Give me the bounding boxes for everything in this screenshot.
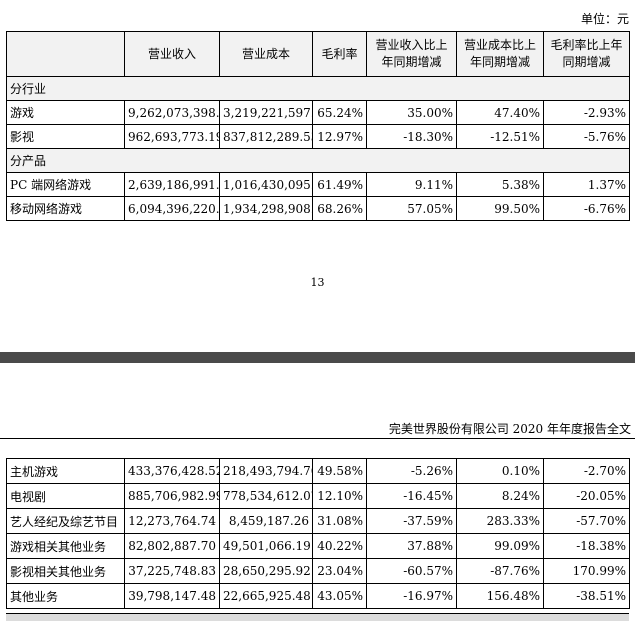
- table-cell: -18.30%: [366, 124, 457, 149]
- table-cell: 170.99%: [543, 558, 630, 584]
- page-break-divider: [0, 352, 635, 363]
- row-label: 移动网络游戏: [6, 196, 125, 221]
- table-cell: 40.22%: [312, 533, 367, 559]
- table-cell: 12,273,764.74: [124, 508, 220, 534]
- table-cell: -5.76%: [543, 124, 630, 149]
- section-row: 分行业: [6, 76, 630, 101]
- table-cell: -2.70%: [543, 458, 630, 484]
- header-cell: 营业成本: [219, 31, 313, 77]
- table-cell: 99.50%: [456, 196, 544, 221]
- header-cell: 营业成本比上年同期增减: [456, 31, 544, 77]
- table-cell: 8,459,187.26: [219, 508, 313, 534]
- section-row: 分产品: [6, 148, 630, 173]
- header-cell: 营业收入比上年同期增减: [366, 31, 457, 77]
- table-cell: 283.33%: [456, 508, 544, 534]
- table-row: 影视相关其他业务 37,225,748.83 28,650,295.92 23.…: [6, 558, 630, 584]
- table-cell: 23.04%: [312, 558, 367, 584]
- table-cell: 68.26%: [312, 196, 367, 221]
- table-row: 艺人经纪及综艺节目 12,273,764.74 8,459,187.26 31.…: [6, 508, 630, 534]
- table-row: 电视剧 885,706,982.99 778,534,612.07 12.10%…: [6, 483, 630, 509]
- table-cell: 35.00%: [366, 100, 457, 125]
- row-label: 影视: [6, 124, 125, 149]
- table-row: PC 端网络游戏 2,639,186,991.05 1,016,430,095.…: [6, 172, 630, 197]
- row-label: 主机游戏: [6, 458, 125, 484]
- table-cell: 22,665,925.48: [219, 583, 313, 609]
- table-cell: 39,798,147.48: [124, 583, 220, 609]
- table-cell: -87.76%: [456, 558, 544, 584]
- table-cell: 837,812,289.53: [219, 124, 313, 149]
- table-cell: 1,934,298,908.99: [219, 196, 313, 221]
- table-cell: -16.45%: [366, 483, 457, 509]
- table-cell: 49.58%: [312, 458, 367, 484]
- table-cell: -20.05%: [543, 483, 630, 509]
- table-cell: 9.11%: [366, 172, 457, 197]
- table-row: 移动网络游戏 6,094,396,220.00 1,934,298,908.99…: [6, 196, 630, 221]
- table-cell: 0.10%: [456, 458, 544, 484]
- table-cell: 61.49%: [312, 172, 367, 197]
- table-cell: 1,016,430,095.90: [219, 172, 313, 197]
- table-cell: 28,650,295.92: [219, 558, 313, 584]
- table-cell: 6,094,396,220.00: [124, 196, 220, 221]
- table-header-row: 营业收入 营业成本 毛利率 营业收入比上年同期增减 营业成本比上年同期增减 毛利…: [6, 31, 630, 77]
- table-cell: 31.08%: [312, 508, 367, 534]
- table-cell: -5.26%: [366, 458, 457, 484]
- unit-label: 单位：元: [580, 12, 629, 26]
- section-label: 分产品: [6, 148, 630, 173]
- table-row: 游戏 9,262,073,398.12 3,219,221,597.04 65.…: [6, 100, 630, 125]
- page-number: 13: [310, 276, 325, 289]
- table-cell: 12.10%: [312, 483, 367, 509]
- table-cell: 65.24%: [312, 100, 367, 125]
- table-cell: 99.09%: [456, 533, 544, 559]
- table-cell: 57.05%: [366, 196, 457, 221]
- table-cell: -6.76%: [543, 196, 630, 221]
- row-label: 其他业务: [6, 583, 125, 609]
- header-cell: 毛利率比上年同期增减: [543, 31, 630, 77]
- table-row: 影视 962,693,773.19 837,812,289.53 12.97% …: [6, 124, 630, 149]
- table-row: 其他业务 39,798,147.48 22,665,925.48 43.05% …: [6, 583, 630, 609]
- table-cell: 82,802,887.70: [124, 533, 220, 559]
- table-cell: 1.37%: [543, 172, 630, 197]
- header-cell: [6, 31, 125, 77]
- table-cell: -18.38%: [543, 533, 630, 559]
- row-label: 电视剧: [6, 483, 125, 509]
- header-cell: 营业收入: [124, 31, 220, 77]
- table-cell: 49,501,066.19: [219, 533, 313, 559]
- table-cell: 37,225,748.83: [124, 558, 220, 584]
- table-cell: 962,693,773.19: [124, 124, 220, 149]
- table-cell: 218,493,794.76: [219, 458, 313, 484]
- table-row: 游戏相关其他业务 82,802,887.70 49,501,066.19 40.…: [6, 533, 630, 559]
- table-cell: 9,262,073,398.12: [124, 100, 220, 125]
- table-cell: 3,219,221,597.04: [219, 100, 313, 125]
- table-cell: -2.93%: [543, 100, 630, 125]
- row-label: 影视相关其他业务: [6, 558, 125, 584]
- table-row: 主机游戏 433,376,428.52 218,493,794.76 49.58…: [6, 458, 630, 484]
- table-cell: -12.51%: [456, 124, 544, 149]
- table-cell: 37.88%: [366, 533, 457, 559]
- revenue-cost-table: 营业收入 营业成本 毛利率 营业收入比上年同期增减 营业成本比上年同期增减 毛利…: [6, 31, 630, 221]
- row-label: 游戏: [6, 100, 125, 125]
- table-cell: 433,376,428.52: [124, 458, 220, 484]
- table-cell: 885,706,982.99: [124, 483, 220, 509]
- table-cell: -38.51%: [543, 583, 630, 609]
- header-rule: [0, 438, 635, 439]
- table-cell: 8.24%: [456, 483, 544, 509]
- table-cell: -16.97%: [366, 583, 457, 609]
- revenue-cost-table-continued: 主机游戏 433,376,428.52 218,493,794.76 49.58…: [6, 458, 630, 609]
- table-cell: 778,534,612.07: [219, 483, 313, 509]
- table-cell: 2,639,186,991.05: [124, 172, 220, 197]
- row-label: 艺人经纪及综艺节目: [6, 508, 125, 534]
- row-label: 游戏相关其他业务: [6, 533, 125, 559]
- table-cell: -37.59%: [366, 508, 457, 534]
- row-label: PC 端网络游戏: [6, 172, 125, 197]
- table-cell: 47.40%: [456, 100, 544, 125]
- document-title: 完美世界股份有限公司 2020 年年度报告全文: [388, 422, 631, 436]
- table-cell: 156.48%: [456, 583, 544, 609]
- table-cell: 43.05%: [312, 583, 367, 609]
- table-cell: -57.70%: [543, 508, 630, 534]
- table-cell: 12.97%: [312, 124, 367, 149]
- table-cell: 5.38%: [456, 172, 544, 197]
- table-cell: -60.57%: [366, 558, 457, 584]
- header-cell: 毛利率: [312, 31, 367, 77]
- section-label: 分行业: [6, 76, 630, 101]
